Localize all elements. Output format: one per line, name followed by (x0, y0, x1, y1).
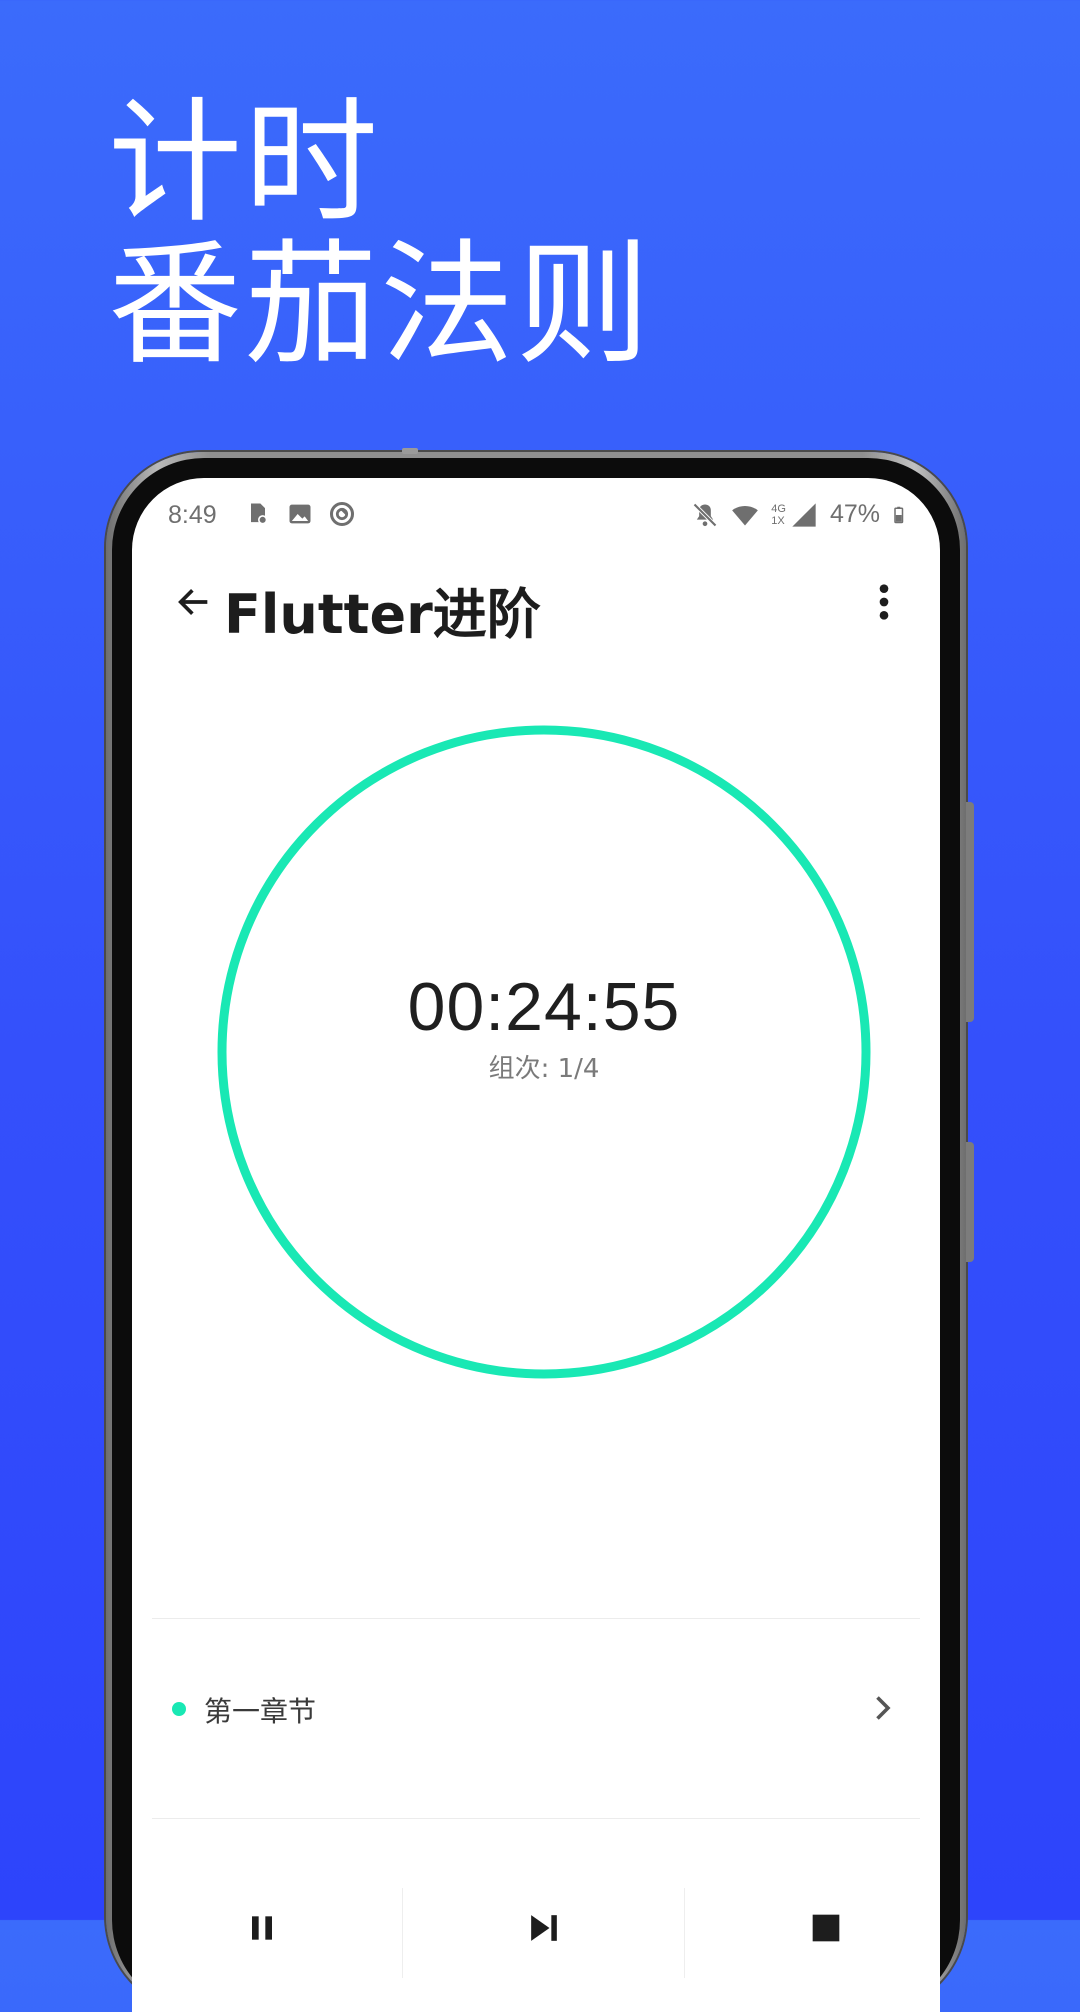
more-vertical-icon (879, 584, 889, 620)
headline-line-2: 番茄法则 (108, 227, 653, 383)
divider (152, 1818, 920, 1819)
network-type-label: 4G 1X (771, 503, 786, 527)
phone-top-dot (402, 448, 418, 454)
control-separator (684, 1888, 685, 1978)
phone-bezel: 8:49 4G 1X 47% Flutter进阶 00:24:55 组次: 1/… (112, 458, 960, 2012)
promo-headline: 计时 番茄法则 (108, 92, 652, 376)
phone-screen: 8:49 4G 1X 47% Flutter进阶 00:24:55 组次: 1/… (132, 478, 940, 2012)
timer-controls (132, 1878, 940, 1998)
signal-icon (792, 502, 816, 527)
wifi-icon (732, 505, 759, 525)
pause-icon (252, 1916, 272, 1940)
page-title: Flutter进阶 (224, 583, 541, 646)
chevron-right-icon (876, 1696, 891, 1720)
phone-power-button (966, 1142, 974, 1262)
timer-display: 00:24:55 (407, 969, 681, 1045)
network-type-bottom: 1X (771, 514, 785, 527)
task-status-dot (172, 1702, 186, 1716)
task-label: 第一章节 (204, 1695, 317, 1728)
status-right-icons: 4G 1X 47% (691, 500, 910, 529)
divider (152, 1618, 920, 1619)
status-time: 8:49 (168, 501, 217, 529)
arrow-left-icon (178, 589, 208, 615)
battery-percent: 47% (829, 500, 880, 528)
more-options-button[interactable] (856, 572, 912, 632)
status-bar: 8:49 4G 1X 47% (132, 478, 940, 538)
battery-icon (894, 506, 904, 523)
control-separator (402, 1888, 403, 1978)
task-list-item[interactable]: 第一章节 (132, 1658, 940, 1758)
network-type-top: 4G (771, 502, 786, 515)
back-button[interactable] (166, 574, 222, 630)
mute-icon (693, 502, 718, 527)
image-icon (289, 504, 311, 524)
skip-next-button[interactable] (454, 1878, 634, 1978)
sync-icon (329, 501, 355, 527)
stop-button[interactable] (736, 1878, 916, 1978)
app-toolbar: Flutter进阶 (132, 548, 940, 658)
pause-button[interactable] (172, 1878, 352, 1978)
notification-icon (251, 503, 268, 525)
stop-icon (812, 1914, 840, 1942)
skip-next-icon (531, 1915, 557, 1941)
status-left-icons (244, 500, 356, 528)
round-counter: 组次: 1/4 (488, 1054, 600, 1084)
phone-volume-button (966, 802, 974, 1022)
phone-frame: 8:49 4G 1X 47% Flutter进阶 00:24:55 组次: 1/… (106, 448, 974, 2012)
headline-line-1: 计时 (108, 85, 381, 241)
